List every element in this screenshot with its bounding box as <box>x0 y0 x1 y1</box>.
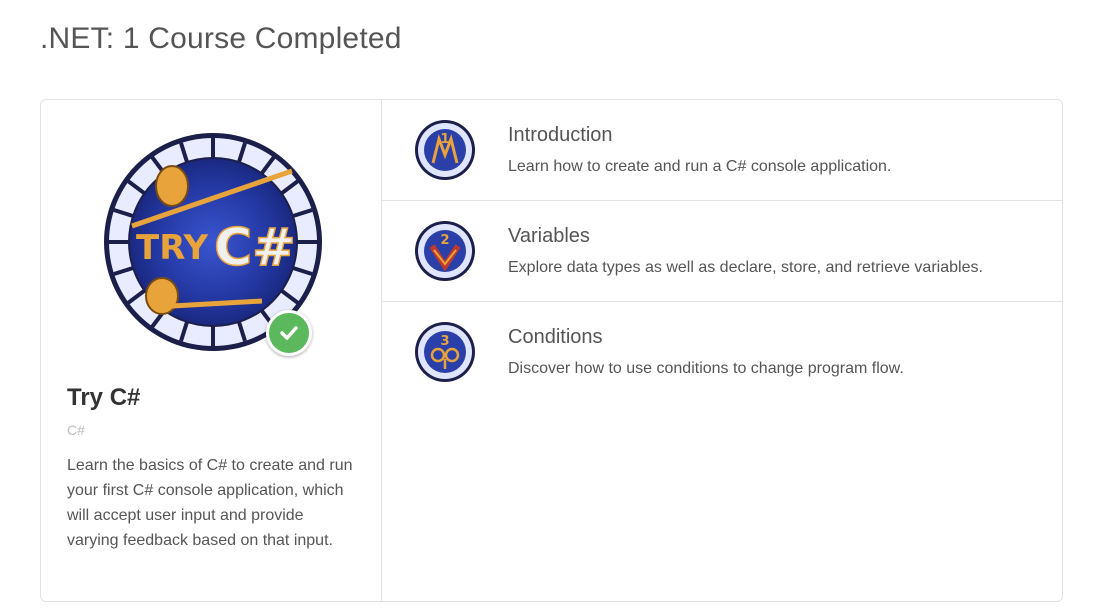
course-card: TRY C# Try C# C# Learn the basics of C# … <box>40 99 1063 602</box>
module-description: Learn how to create and run a C# console… <box>508 158 892 175</box>
page-title: .NET: 1 Course Completed <box>40 22 402 55</box>
module-item-variables[interactable]: 2 Variables Explore data types as well a… <box>382 201 1062 302</box>
svg-text:TRY: TRY <box>136 228 209 268</box>
course-description: Learn the basics of C# to create and run… <box>67 457 353 549</box>
module-2-badge-icon: 2 <box>415 221 475 281</box>
svg-text:3: 3 <box>440 334 449 349</box>
module-item-introduction[interactable]: 1 Introduction Learn how to create and r… <box>382 100 1062 201</box>
svg-text:1: 1 <box>440 132 449 147</box>
svg-text:2: 2 <box>440 233 449 248</box>
module-list: 1 Introduction Learn how to create and r… <box>382 100 1062 601</box>
course-tag: C# <box>67 422 85 438</box>
module-title[interactable]: Introduction <box>508 124 613 147</box>
module-description: Discover how to use conditions to change… <box>508 360 904 377</box>
module-3-badge-icon: 3 <box>415 322 475 382</box>
module-item-conditions[interactable]: 3 Conditions Discover how to use conditi… <box>382 302 1062 403</box>
module-title[interactable]: Variables <box>508 225 590 248</box>
module-title[interactable]: Conditions <box>508 326 603 349</box>
course-title[interactable]: Try C# <box>67 384 140 412</box>
module-1-badge-icon: 1 <box>415 120 475 180</box>
module-description: Explore data types as well as declare, s… <box>508 259 983 276</box>
svg-text:C#: C# <box>214 218 296 278</box>
course-summary[interactable]: TRY C# Try C# C# Learn the basics of C# … <box>41 100 382 601</box>
completed-checkmark-icon <box>266 310 312 356</box>
